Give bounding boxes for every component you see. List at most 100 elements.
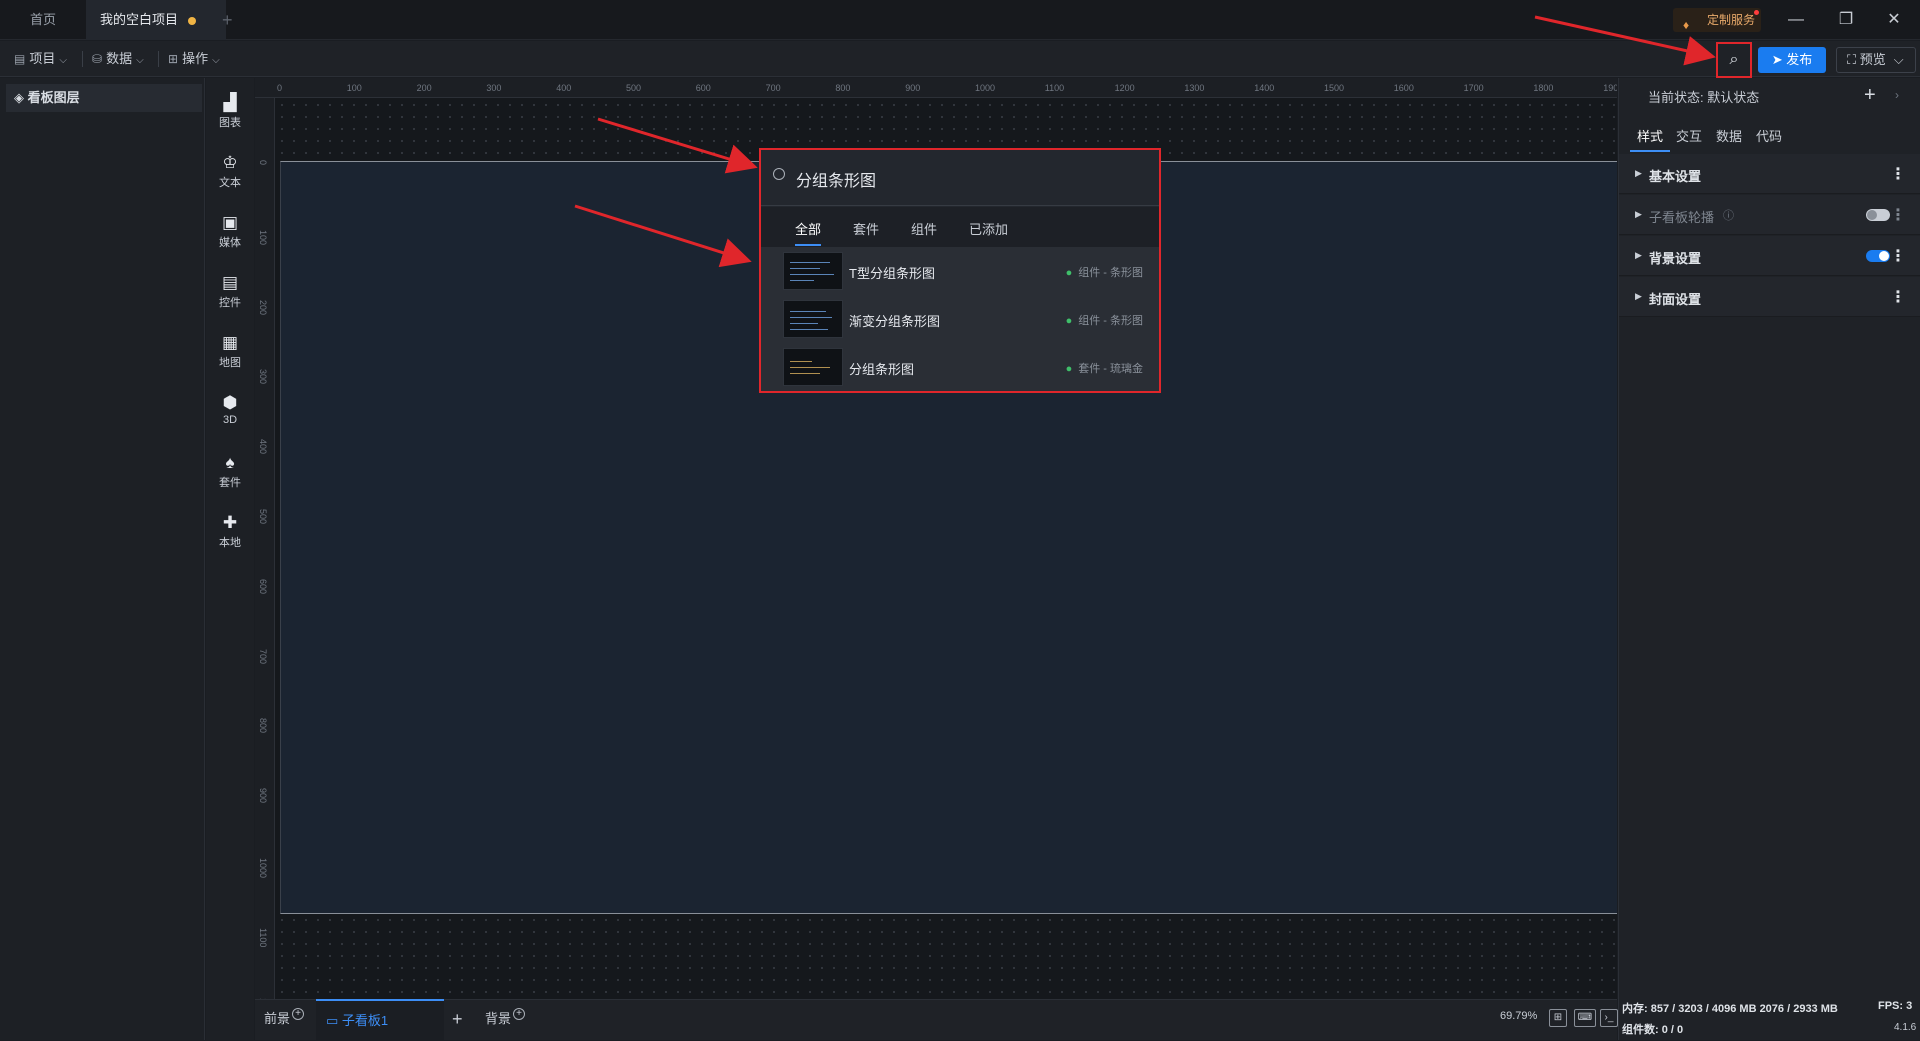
sidebar-item-media[interactable]: ▣ 媒体	[206, 204, 254, 258]
control-icon: ▤	[221, 273, 239, 292]
search-result-item[interactable]: 分组条形图 ● 套件 - 琉璃金	[761, 343, 1159, 391]
sidebar-item-chart[interactable]: ▟ 图表	[206, 84, 254, 138]
more-icon[interactable]: ⋮	[1890, 246, 1906, 266]
status-dot-icon: ●	[1065, 363, 1073, 375]
keyboard-icon[interactable]: ⌨	[1574, 1009, 1596, 1027]
fit-screen-icon[interactable]: ⊞	[1549, 1009, 1567, 1027]
tab-code[interactable]: 代码	[1756, 126, 1782, 152]
caret-right-icon: ▶	[1635, 250, 1642, 260]
ruler-tick-label: 200	[416, 83, 432, 93]
ruler-tick-label: 600	[695, 83, 711, 93]
tab-data[interactable]: 数据	[1716, 126, 1742, 152]
search-input[interactable]: 分组条形图	[761, 150, 1159, 206]
fps-status: FPS: 3	[1878, 1000, 1913, 1012]
tab-home[interactable]: 首页	[12, 0, 74, 40]
sidebar-item-label: 本地	[219, 537, 241, 549]
title-bar	[0, 0, 1920, 40]
result-thumbnail	[783, 252, 843, 290]
background-tab[interactable]: 背景 +	[485, 1008, 526, 1030]
more-icon[interactable]: ⋮	[1890, 205, 1906, 225]
ruler-horizontal: 0 100 200 300 400 500 600 700 800 900 1000 1100 1200…	[255, 78, 1617, 98]
search-tab-all[interactable]: 全部	[795, 219, 822, 246]
search-button[interactable]: ⌕	[1716, 42, 1752, 78]
chevron-right-icon[interactable]: ›	[1895, 88, 1899, 102]
custom-service-button[interactable]: ♦ 定制服务	[1673, 8, 1762, 32]
toggle-knob	[1879, 251, 1889, 261]
ruler-vertical: 0100200300400500600700800900100011001200	[255, 98, 275, 999]
ruler-tick-label: 900	[258, 788, 268, 804]
version-label: 4.1.6	[1894, 1022, 1917, 1033]
publish-label: 发布	[1786, 52, 1813, 67]
sidebar-item-local[interactable]: ✚ 本地	[206, 504, 254, 558]
background-label: 背景	[485, 1011, 512, 1026]
result-name: 渐变分组条形图	[849, 314, 941, 329]
notification-badge	[1754, 10, 1760, 15]
section-title: 封面设置	[1649, 292, 1702, 307]
ruler-tick-label: 1500	[1324, 83, 1345, 93]
menu-data[interactable]: ⛁ 数据 ⌵	[92, 49, 144, 69]
result-thumbnail	[783, 348, 843, 386]
menu-operate[interactable]: ⊞ 操作 ⌵	[168, 49, 220, 69]
preview-button[interactable]: ⛶ 预览 ⌵	[1836, 47, 1916, 73]
ruler-tick-label: 1900	[1603, 83, 1617, 93]
search-tab-kit[interactable]: 套件	[853, 219, 879, 238]
new-tab-button[interactable]: +	[208, 0, 236, 40]
help-icon[interactable]: ⓘ	[1723, 207, 1734, 223]
search-result-item[interactable]: T型分组条形图 ● 组件 - 条形图	[761, 247, 1159, 295]
section-background-settings[interactable]: ▶ 背景设置 ⋮	[1619, 236, 1920, 276]
chevron-down-icon: ⌵	[212, 55, 220, 66]
ruler-tick-label: 700	[765, 83, 781, 93]
background-toggle[interactable]	[1866, 250, 1890, 262]
carousel-toggle[interactable]	[1866, 209, 1890, 221]
restore-button[interactable]: ❐	[1822, 0, 1870, 40]
add-circle-icon[interactable]: +	[292, 1008, 305, 1020]
search-icon	[773, 168, 785, 180]
sidebar-item-control[interactable]: ▤ 控件	[206, 264, 254, 318]
subboard-tab[interactable]: ▭ 子看板1	[316, 999, 444, 1040]
minimize-button[interactable]: —	[1772, 0, 1820, 40]
terminal-icon[interactable]: ›_	[1600, 1009, 1618, 1027]
chevron-down-icon: ⌵	[136, 55, 144, 66]
divider	[158, 51, 159, 67]
preview-label: 预览	[1859, 52, 1886, 67]
sidebar-item-label: 控件	[219, 297, 241, 309]
section-basic-settings[interactable]: ▶ 基本设置 ⋮	[1619, 154, 1920, 194]
ruler-tick-label: 100	[258, 229, 268, 245]
sidebar-item-map[interactable]: ▦ 地图	[206, 324, 254, 378]
tab-project[interactable]: 我的空白项目	[86, 0, 226, 40]
tab-interaction[interactable]: 交互	[1676, 126, 1702, 152]
more-icon[interactable]: ⋮	[1890, 287, 1906, 307]
state-label: 当前状态:	[1648, 90, 1704, 105]
close-button[interactable]: ✕	[1870, 0, 1918, 40]
section-cover-settings[interactable]: ▶ 封面设置 ⋮	[1619, 277, 1920, 317]
section-subboard-carousel[interactable]: ▶ 子看板轮播 ⓘ ⋮	[1619, 195, 1920, 235]
search-result-item[interactable]: 渐变分组条形图 ● 组件 - 条形图	[761, 295, 1159, 343]
zoom-level[interactable]: 69.79%	[1500, 1010, 1537, 1022]
current-state[interactable]: 当前状态: 默认状态	[1648, 87, 1759, 106]
status-dot-icon: ●	[1065, 315, 1073, 327]
search-tabs: 全部 套件 组件 已添加	[761, 207, 1159, 247]
menu-data-label: 数据	[106, 51, 133, 66]
ruler-tick-label: 600	[258, 578, 268, 594]
section-title: 基本设置	[1649, 169, 1702, 184]
add-state-button[interactable]: +	[1864, 84, 1876, 107]
sidebar-item-text[interactable]: ♔ 文本	[206, 144, 254, 198]
tab-style[interactable]: 样式	[1630, 126, 1670, 152]
search-tab-added[interactable]: 已添加	[969, 219, 1008, 238]
layer-panel-title[interactable]: ◈ 看板图层	[6, 84, 202, 112]
publish-button[interactable]: ➤ 发布	[1758, 47, 1826, 73]
fullscreen-icon: ⛶	[1847, 52, 1860, 67]
document-icon: ▤	[14, 52, 26, 66]
sidebar-item-kit[interactable]: ♠ 套件	[206, 444, 254, 498]
add-circle-icon[interactable]: +	[513, 1008, 526, 1020]
foreground-tab[interactable]: 前景 +	[264, 1008, 305, 1030]
ruler-tick-label: 500	[626, 83, 642, 93]
search-tab-component[interactable]: 组件	[911, 219, 937, 238]
sidebar-item-3d[interactable]: ⬢ 3D	[206, 384, 254, 438]
more-icon[interactable]: ⋮	[1890, 164, 1906, 184]
menu-operate-label: 操作	[182, 51, 209, 66]
ruler-tick-label: 1800	[1533, 83, 1554, 93]
state-value: 默认状态	[1707, 90, 1760, 105]
add-subboard-button[interactable]: +	[452, 1008, 463, 1030]
menu-project[interactable]: ▤ 项目 ⌵	[14, 49, 67, 69]
